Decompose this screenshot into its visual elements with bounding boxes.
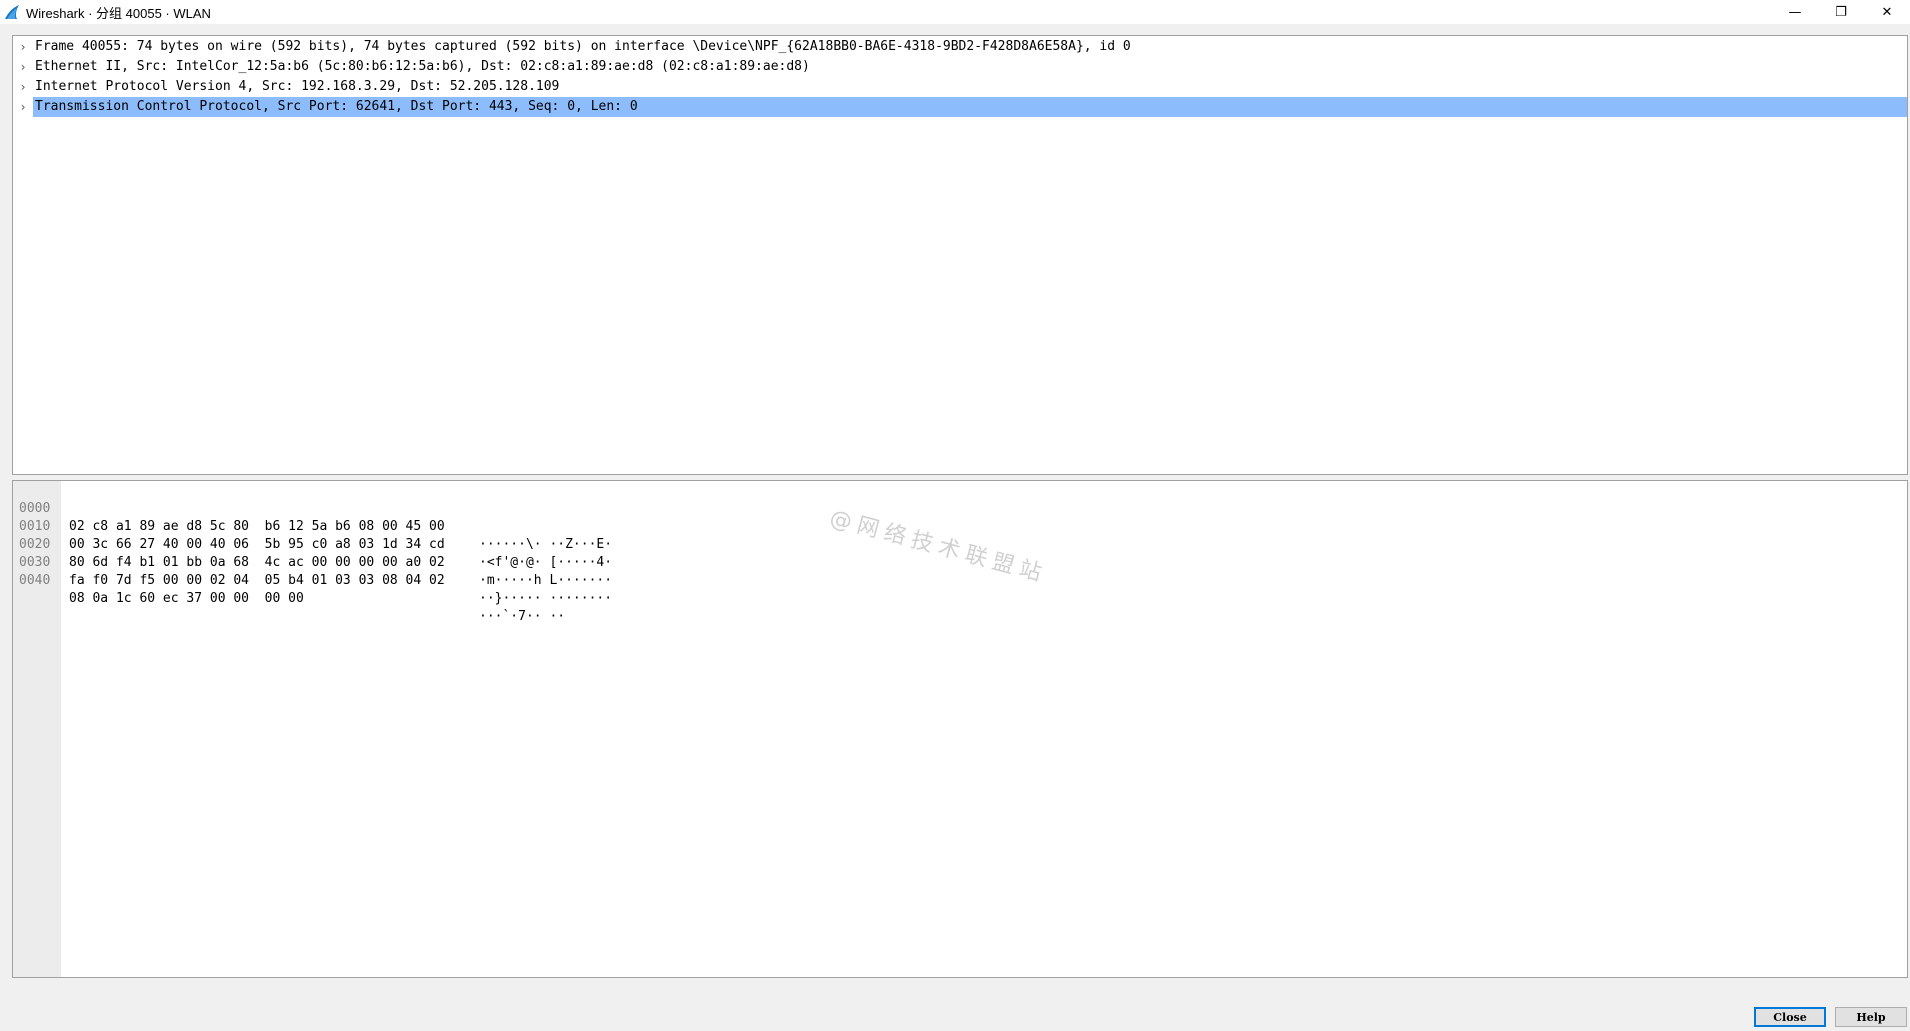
hex-bytes[interactable]: 08 0a 1c 60 ec 37 00 00 00 00 bbox=[69, 590, 304, 608]
chevron-right-icon[interactable]: › bbox=[13, 100, 33, 114]
ascii-bytes[interactable]: ··}····· ········ bbox=[479, 590, 612, 608]
tree-item-tcp[interactable]: › Transmission Control Protocol, Src Por… bbox=[13, 97, 1907, 117]
byte-row[interactable]: 0020 80 6d f4 b1 01 bb 0a 68 4c ac 00 00… bbox=[13, 518, 612, 588]
tree-item-ipv4[interactable]: › Internet Protocol Version 4, Src: 192.… bbox=[13, 77, 1907, 97]
close-button[interactable]: Close bbox=[1754, 1007, 1826, 1027]
byte-row[interactable]: 0040 08 0a 1c 60 ec 37 00 00 00 00 ···`·… bbox=[13, 554, 565, 624]
window-controls: — ❐ ✕ bbox=[1772, 0, 1910, 24]
chevron-right-icon[interactable]: › bbox=[13, 40, 33, 54]
close-window-button[interactable]: ✕ bbox=[1864, 0, 1910, 24]
hex-bytes[interactable]: 02 c8 a1 89 ae d8 5c 80 b6 12 5a b6 08 0… bbox=[69, 518, 445, 536]
hex-bytes[interactable]: fa f0 7d f5 00 00 02 04 05 b4 01 03 03 0… bbox=[69, 572, 445, 590]
tree-item-label: Internet Protocol Version 4, Src: 192.16… bbox=[35, 79, 560, 94]
chevron-right-icon[interactable]: › bbox=[13, 60, 33, 74]
restore-icon: ❐ bbox=[1835, 4, 1847, 20]
byte-row[interactable]: 0010 00 3c 66 27 40 00 40 06 5b 95 c0 a8… bbox=[13, 500, 612, 570]
chevron-right-icon[interactable]: › bbox=[13, 80, 33, 94]
tree-item-ethernet[interactable]: › Ethernet II, Src: IntelCor_12:5a:b6 (5… bbox=[13, 57, 1907, 77]
minimize-icon: — bbox=[1788, 4, 1802, 20]
ascii-bytes[interactable]: ···`·7·· ·· bbox=[479, 608, 565, 626]
window-title: Wireshark · 分组 40055 · WLAN bbox=[26, 5, 211, 21]
byte-row[interactable]: 0000 02 c8 a1 89 ae d8 5c 80 b6 12 5a b6… bbox=[13, 482, 612, 552]
help-button[interactable]: Help bbox=[1835, 1007, 1907, 1027]
ascii-bytes[interactable]: ·<f'@·@· [·····4· bbox=[479, 554, 612, 572]
minimize-button[interactable]: — bbox=[1772, 0, 1818, 24]
ascii-bytes[interactable]: ······\· ··Z···E· bbox=[479, 536, 612, 554]
close-icon: ✕ bbox=[1881, 4, 1893, 20]
title-bar[interactable]: Wireshark · 分组 40055 · WLAN — ❐ ✕ bbox=[0, 0, 1910, 24]
byte-row[interactable]: 0030 fa f0 7d f5 00 00 02 04 05 b4 01 03… bbox=[13, 536, 612, 606]
ascii-bytes[interactable]: ·m·····h L······· bbox=[479, 572, 612, 590]
byte-offset: 0040 bbox=[19, 573, 51, 588]
tree-item-label: Ethernet II, Src: IntelCor_12:5a:b6 (5c:… bbox=[35, 59, 810, 74]
packet-bytes-pane[interactable]: 0000 02 c8 a1 89 ae d8 5c 80 b6 12 5a b6… bbox=[12, 480, 1908, 978]
packet-details-tree[interactable]: › Frame 40055: 74 bytes on wire (592 bit… bbox=[12, 35, 1908, 475]
packet-window: Wireshark · 分组 40055 · WLAN — ❐ ✕ › Fram… bbox=[0, 0, 1910, 1031]
hex-bytes[interactable]: 00 3c 66 27 40 00 40 06 5b 95 c0 a8 03 1… bbox=[69, 536, 445, 554]
restore-button[interactable]: ❐ bbox=[1818, 0, 1864, 24]
hex-bytes[interactable]: 80 6d f4 b1 01 bb 0a 68 4c ac 00 00 00 0… bbox=[69, 554, 445, 572]
wireshark-fin-icon bbox=[5, 5, 19, 19]
tree-item-label: Frame 40055: 74 bytes on wire (592 bits)… bbox=[35, 39, 1131, 54]
tree-item-frame[interactable]: › Frame 40055: 74 bytes on wire (592 bit… bbox=[13, 37, 1907, 57]
tree-item-label: Transmission Control Protocol, Src Port:… bbox=[33, 97, 1907, 117]
